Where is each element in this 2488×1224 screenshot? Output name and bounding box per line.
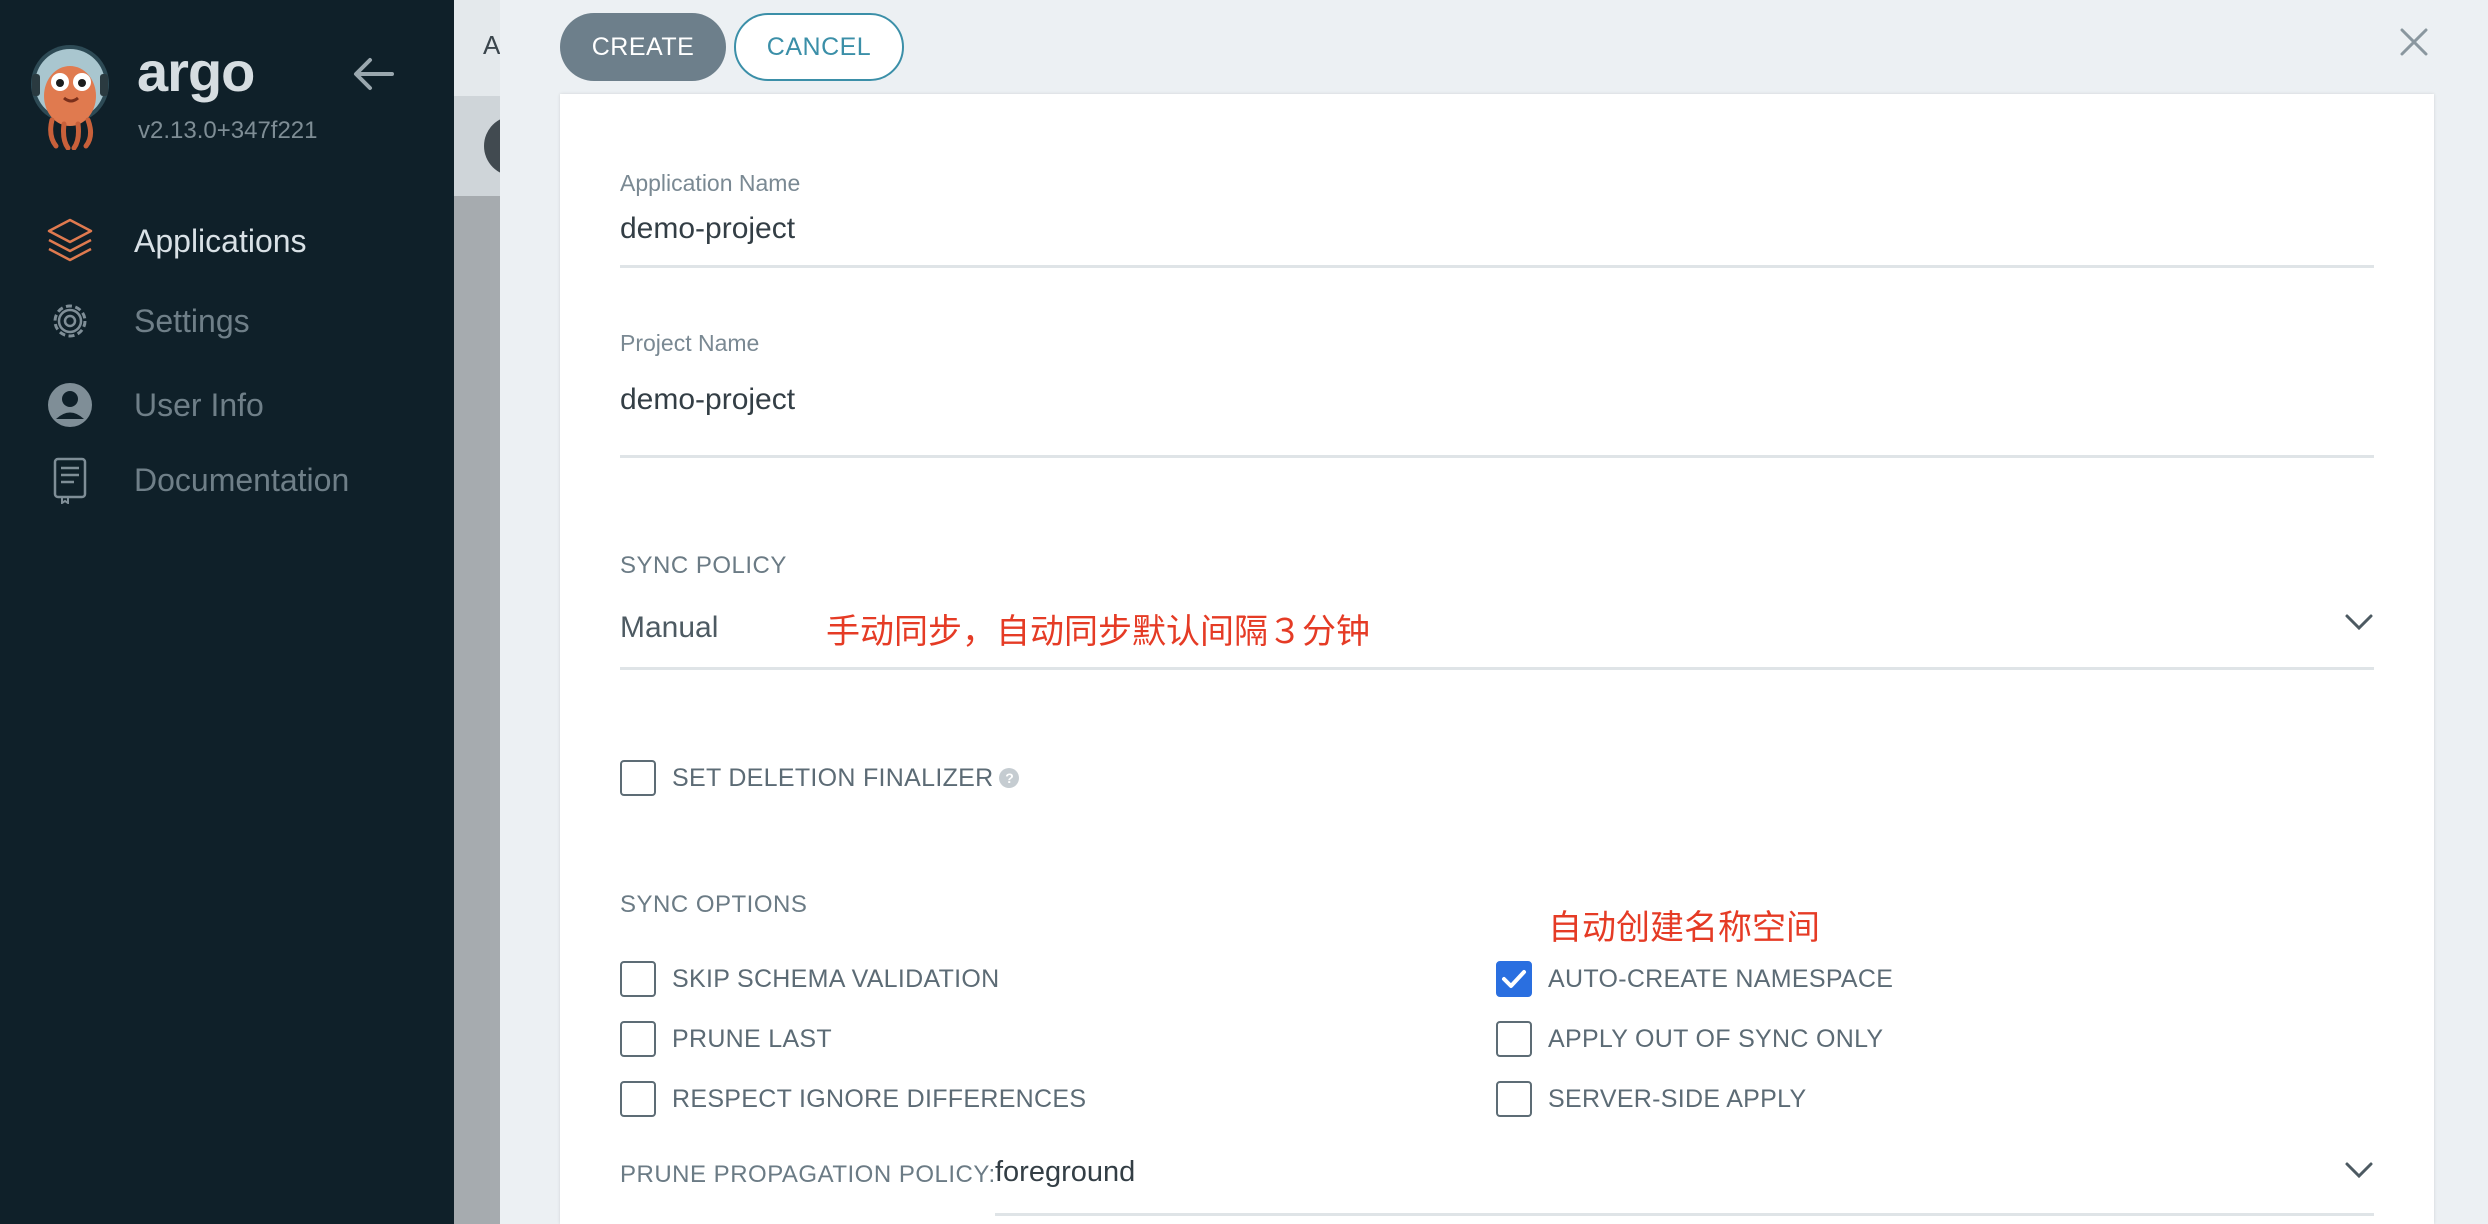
application-name-input[interactable]: demo-project (620, 212, 795, 246)
application-name-underline (620, 265, 2374, 268)
checkbox-box[interactable] (1496, 1081, 1532, 1117)
sidebar-item-applications[interactable]: Applications (44, 212, 424, 270)
checkbox-box[interactable] (620, 1021, 656, 1057)
sync-policy-label: SYNC POLICY (620, 552, 787, 579)
sidebar-item-settings[interactable]: Settings (44, 292, 424, 350)
document-icon (44, 454, 96, 506)
help-icon[interactable]: ? (999, 768, 1020, 788)
chevron-down-icon[interactable] (2344, 1160, 2374, 1180)
sidebar-item-label: Applications (134, 222, 307, 259)
sync-options-label: SYNC OPTIONS (620, 891, 808, 918)
brand-name: argo (137, 40, 255, 103)
apply-out-of-sync-only-checkbox[interactable]: APPLY OUT OF SYNC ONLY (1496, 1019, 1883, 1059)
auto-create-namespace-checkbox[interactable]: AUTO-CREATE NAMESPACE (1496, 959, 1893, 999)
cancel-button[interactable]: CANCEL (734, 13, 904, 81)
background-header-letter: A (483, 30, 501, 60)
sidebar-item-documentation[interactable]: Documentation (44, 451, 424, 509)
application-name-label: Application Name (620, 170, 801, 196)
namespace-annotation: 自动创建名称空间 (1548, 908, 1820, 948)
close-icon[interactable] (2394, 22, 2434, 62)
checkbox-box[interactable] (620, 760, 656, 796)
collapse-sidebar-arrow-icon[interactable] (352, 56, 396, 92)
version-label: v2.13.0+347f221 (138, 117, 318, 144)
respect-ignore-differences-checkbox[interactable]: RESPECT IGNORE DIFFERENCES (620, 1079, 1086, 1119)
argo-logo-icon[interactable] (30, 44, 112, 151)
chevron-down-icon[interactable] (2344, 612, 2374, 632)
project-name-underline (620, 455, 2374, 458)
skip-schema-validation-checkbox[interactable]: SKIP SCHEMA VALIDATION (620, 959, 1000, 999)
sidebar-item-label: User Info (134, 386, 264, 423)
checkbox-box-checked[interactable] (1496, 961, 1532, 997)
sidebar: argo v2.13.0+347f221 Applications Settin… (0, 0, 454, 1224)
checkbox-box[interactable] (620, 1081, 656, 1117)
checkbox-label: SET DELETION FINALIZER (672, 763, 994, 792)
checkbox-box[interactable] (620, 961, 656, 997)
user-icon (44, 379, 96, 431)
sync-policy-annotation: 手动同步，自动同步默认间隔３分钟 (826, 612, 1370, 652)
sync-policy-underline (620, 667, 2374, 670)
checkbox-label: SKIP SCHEMA VALIDATION (672, 964, 1000, 993)
sync-policy-select[interactable]: Manual (620, 611, 718, 645)
set-deletion-finalizer-checkbox[interactable]: SET DELETION FINALIZER ? (620, 758, 1020, 798)
sidebar-item-user-info[interactable]: User Info (44, 376, 424, 434)
sidebar-item-label: Settings (134, 302, 250, 339)
prune-propagation-policy-select[interactable]: foreground (995, 1156, 1135, 1189)
sidebar-item-label: Documentation (134, 461, 350, 498)
layers-icon (44, 215, 96, 267)
gear-icon (44, 295, 96, 347)
prune-last-checkbox[interactable]: PRUNE LAST (620, 1019, 832, 1059)
project-name-input[interactable]: demo-project (620, 383, 795, 417)
create-button[interactable]: CREATE (560, 13, 726, 81)
checkbox-label: AUTO-CREATE NAMESPACE (1548, 964, 1894, 993)
prune-propagation-policy-label: PRUNE PROPAGATION POLICY: (620, 1161, 996, 1188)
server-side-apply-checkbox[interactable]: SERVER-SIDE APPLY (1496, 1079, 1806, 1119)
checkmark-icon (1502, 970, 1526, 988)
checkbox-label: SERVER-SIDE APPLY (1548, 1084, 1807, 1113)
checkbox-label: RESPECT IGNORE DIFFERENCES (672, 1084, 1087, 1113)
checkbox-label: APPLY OUT OF SYNC ONLY (1548, 1024, 1884, 1053)
checkbox-label: PRUNE LAST (672, 1024, 832, 1053)
prune-policy-underline (995, 1213, 2374, 1216)
project-name-label: Project Name (620, 330, 760, 356)
checkbox-box[interactable] (1496, 1021, 1532, 1057)
